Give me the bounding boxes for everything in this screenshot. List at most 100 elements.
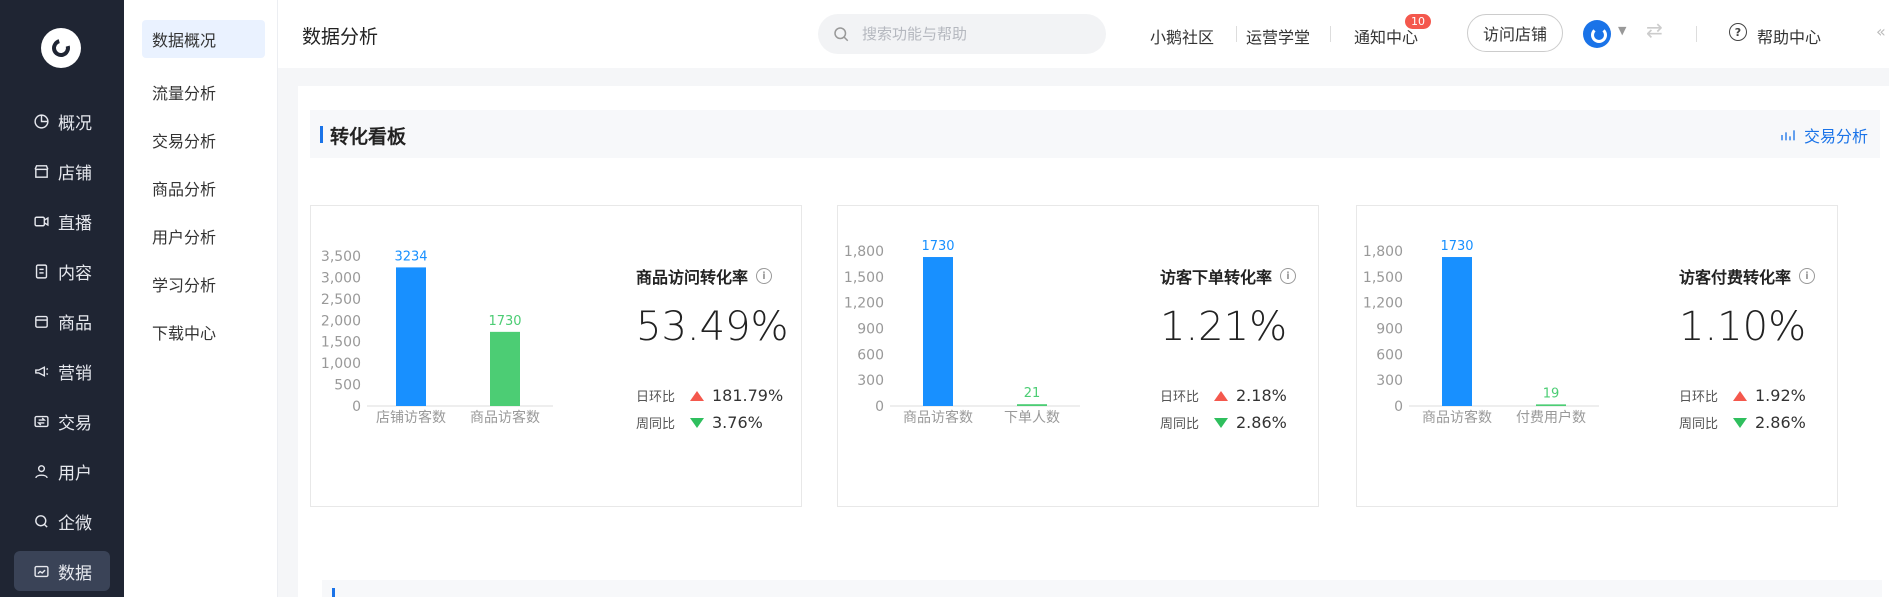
day-comparison: 日环比 2.18% [1160,386,1287,405]
week-value: 2.86% [1755,413,1806,432]
y-tick-label: 3,500 [321,249,361,265]
info-icon[interactable]: i [1799,268,1816,284]
sub-sidebar: 数据概况流量分析 交易分析 商品分析 用户分析 学习分析 下载中心 [124,0,278,597]
box-icon [32,312,50,330]
divider [1236,26,1237,42]
main-sidebar: 概况店铺直播内容商品营销 交易用户企微数据 [0,0,124,597]
live-camera-icon [32,212,50,230]
y-tick-label: 1,200 [844,296,884,312]
sidebar-item[interactable]: 用户 [0,446,124,496]
bar [1442,257,1472,406]
y-tick-label: 1,500 [321,335,361,351]
day-label: 日环比 [1679,390,1719,405]
sidebar-item-label: 概况 [58,113,92,134]
sub-nav-item[interactable]: 商品分析 [124,164,277,212]
sidebar-item[interactable]: 交易 [0,396,124,446]
divider [1696,26,1697,42]
day-comparison: 日环比 1.92% [1679,386,1806,405]
arrow-up-icon [1731,390,1749,401]
sub-nav-item[interactable]: 流量分析 [124,68,277,116]
app-logo[interactable] [41,28,81,68]
chevron-down-icon[interactable]: ▼ [1618,24,1626,37]
conversion-card: 0 300 600 900 1,200 1,500 1,800 1730 商品访客数 19 付费用户… [1356,205,1838,507]
sidebar-item-label: 数据 [58,563,92,584]
arrow-down-icon [688,417,706,428]
sidebar-item-label: 用户 [58,463,92,484]
y-tick-label: 0 [1394,399,1403,415]
sidebar-item-label: 内容 [58,263,92,284]
trade-analysis-link[interactable]: 交易分析 [1780,123,1868,147]
search-input[interactable] [862,25,1082,43]
trade-icon [32,412,50,430]
megaphone-icon [32,362,50,380]
day-value: 1.92% [1755,386,1806,405]
metric-name: 访客付费转化率 i [1679,264,1816,288]
x-tick-label: 商品访客数 [903,409,973,426]
sub-nav-item[interactable]: 交易分析 [124,116,277,164]
x-tick-label: 商品访客数 [470,409,540,426]
bar [923,257,953,406]
bar-chart: 0 300 600 900 1,200 1,500 1,800 1730 商品访客数 19 付费用户… [1363,239,1599,426]
sub-nav-item[interactable]: 数据概况 [142,20,265,58]
main-content: 转化看板 交易分析 0 500 1,000 1,500 2,000 2,500 3,000 3… [298,86,1889,597]
sidebar-item[interactable]: 概况 [0,96,124,146]
y-tick-label: 3,000 [321,270,361,286]
sub-nav-item[interactable]: 用户分析 [124,212,277,260]
y-tick-label: 2,000 [321,313,361,329]
title-accent-bar [332,588,335,597]
sidebar-item[interactable]: 企微 [0,496,124,546]
notification-badge: 10 [1405,14,1431,29]
sidebar-item[interactable]: 直播 [0,196,124,246]
metric-name: 商品访问转化率 i [636,264,773,288]
info-icon[interactable]: i [756,268,773,284]
sidebar-item-label: 企微 [58,513,92,534]
sidebar-item-label: 商品 [58,313,92,334]
data-label: 1730 [488,314,521,329]
title-accent-bar [320,126,323,143]
y-tick-label: 900 [1376,322,1403,338]
y-tick-label: 1,800 [844,244,884,260]
help-icon[interactable]: ? [1729,23,1747,41]
chart-icon [1781,130,1795,141]
sidebar-item-label: 店铺 [58,163,92,184]
board-header: 转化看板 交易分析 [310,110,1880,158]
sidebar-item[interactable]: 内容 [0,246,124,296]
y-tick-label: 1,200 [1363,296,1403,312]
arrow-down-icon [1212,417,1230,428]
y-tick-label: 0 [352,399,361,415]
week-comparison: 周同比 2.86% [1160,413,1287,432]
metric-value: 1.21% [1160,304,1288,350]
pie-chart-icon [32,112,50,130]
sub-nav-item[interactable]: 学习分析 [124,260,277,308]
collapse-icon[interactable]: « [1876,22,1886,41]
avatar[interactable] [1583,20,1611,48]
visit-store-button[interactable]: 访问店铺 [1467,14,1563,52]
week-comparison: 周同比 3.76% [636,413,763,432]
y-tick-label: 1,500 [844,270,884,286]
y-tick-label: 600 [857,347,884,363]
info-icon[interactable]: i [1280,268,1297,284]
day-comparison: 日环比 181.79% [636,386,783,405]
sidebar-item[interactable]: 营销 [0,346,124,396]
metric-label: 商品访问转化率 [636,268,749,287]
sidebar-item[interactable]: 数据 [14,551,110,591]
x-tick-label: 付费用户数 [1516,409,1586,426]
search-box[interactable] [818,14,1106,54]
data-label: 19 [1543,386,1560,401]
community-link[interactable]: 小鹅社区 [1150,24,1214,48]
sidebar-item[interactable]: 店铺 [0,146,124,196]
help-center-link[interactable]: 帮助中心 [1757,24,1821,48]
wecom-icon [32,512,50,530]
sub-nav-item[interactable]: 下载中心 [124,308,277,356]
y-tick-label: 1,800 [1363,244,1403,260]
sidebar-item[interactable]: 商品 [0,296,124,346]
switch-icon[interactable]: ⇄ [1646,18,1663,42]
metric-label: 访客付费转化率 [1679,268,1792,287]
y-tick-label: 0 [875,399,884,415]
academy-link[interactable]: 运营学堂 [1246,24,1310,48]
arrow-up-icon [688,390,706,401]
week-value: 2.86% [1236,413,1287,432]
y-tick-label: 1,000 [321,356,361,372]
y-tick-label: 500 [334,378,361,394]
divider [1330,26,1331,42]
